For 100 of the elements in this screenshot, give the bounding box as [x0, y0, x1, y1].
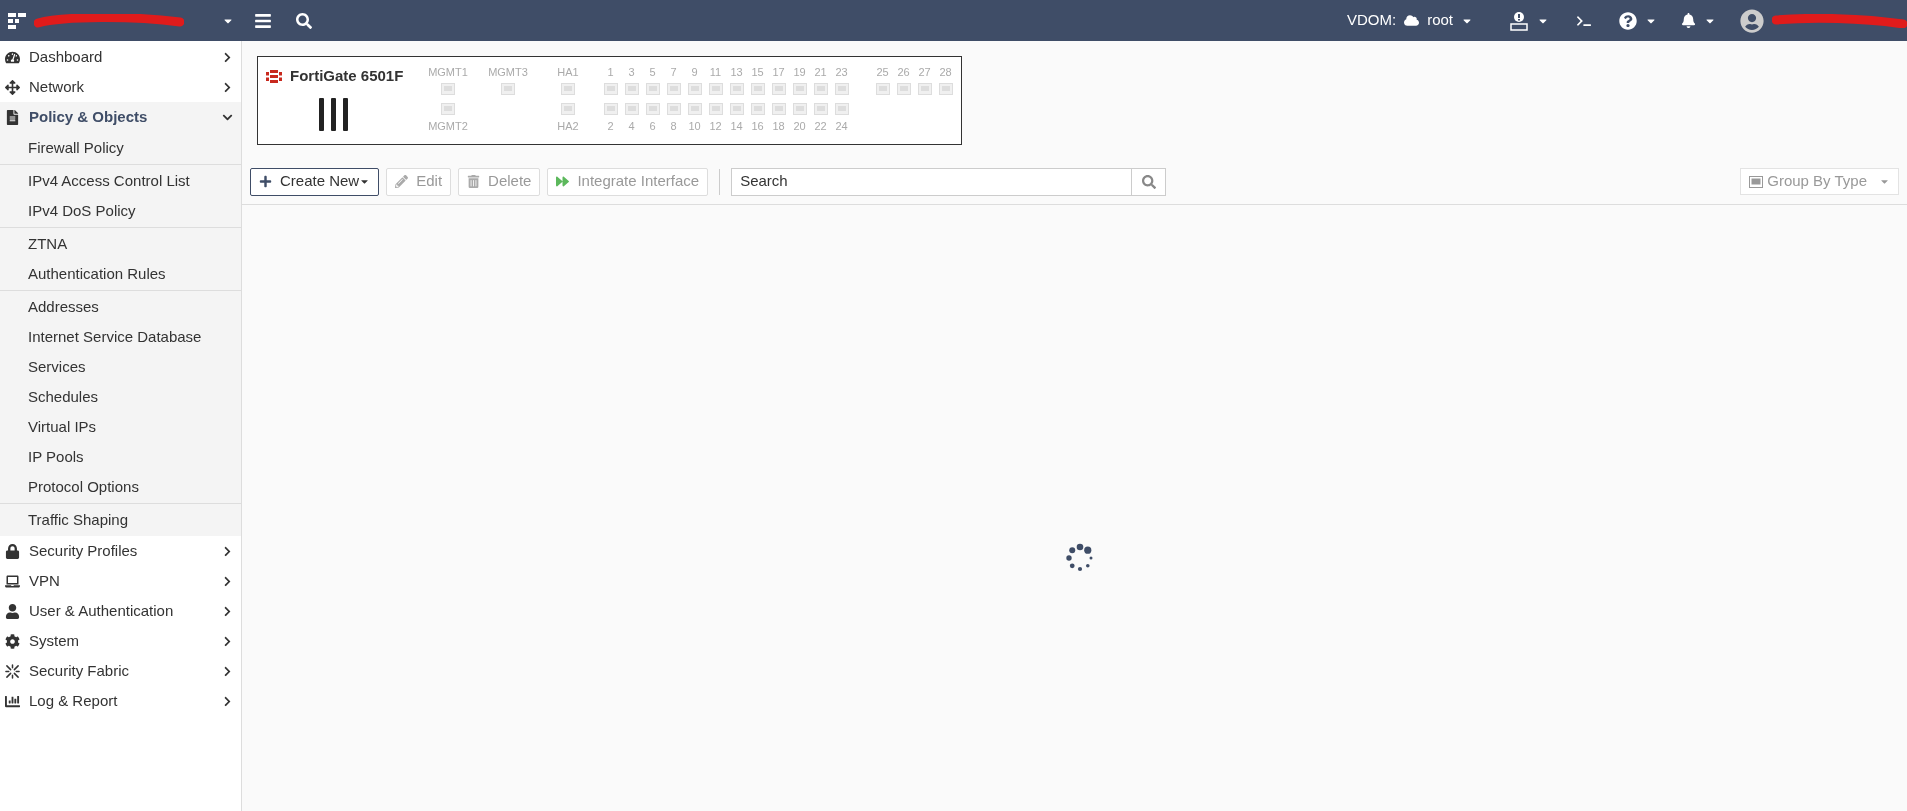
nav-item[interactable]: Network [0, 72, 241, 102]
chevron-icon [222, 81, 233, 93]
chevron-icon [222, 635, 233, 647]
bell-icon[interactable] [1681, 13, 1696, 28]
nav-item[interactable]: Security Fabric [0, 656, 241, 686]
chevron-icon [222, 545, 233, 557]
fortinet-logo-icon [266, 69, 282, 83]
nav-icon [5, 633, 20, 649]
port-icon [645, 103, 660, 115]
nav-icon [5, 663, 20, 679]
vdom-dropdown[interactable]: root [1404, 9, 1473, 32]
port-label: 1 [607, 65, 614, 79]
vdom-label: VDOM: [1346, 10, 1397, 31]
port-label: 24 [835, 119, 848, 133]
port-icon [666, 83, 681, 95]
port-label: 4 [628, 119, 635, 133]
port-icon [834, 103, 849, 115]
terminal-icon[interactable] [1577, 13, 1591, 28]
delete-icon [467, 175, 481, 188]
port-icon [441, 83, 455, 95]
nav-icon [5, 543, 20, 559]
port-label: 28 [939, 65, 952, 79]
port-label: MGMT3 [488, 65, 528, 79]
port-label: 7 [670, 65, 677, 79]
nav-item[interactable]: Dashboard [0, 42, 241, 72]
port-icon [792, 103, 807, 115]
port-label: 19 [793, 65, 806, 79]
nav-item[interactable]: Security Profiles [0, 536, 241, 566]
chevron-icon [222, 695, 233, 707]
port-icon [561, 83, 575, 95]
port-label: 20 [793, 119, 806, 133]
port-icon [441, 103, 455, 115]
port-label: 17 [772, 65, 785, 79]
nav-subitem[interactable]: IPv4 DoS Policy [0, 196, 230, 226]
logo-icon [8, 12, 26, 29]
port-icon [561, 103, 575, 115]
nav-icon [5, 79, 20, 95]
nav-icon [5, 109, 20, 125]
port-label: 6 [649, 119, 656, 133]
port-icon [813, 103, 828, 115]
port-label: 26 [897, 65, 910, 79]
nav-item[interactable]: Policy & Objects [0, 102, 241, 132]
port-label: 14 [730, 119, 743, 133]
port-label: 2 [607, 119, 614, 133]
menu-icon[interactable] [254, 11, 272, 30]
port-label: 11 [709, 65, 722, 79]
search-icon[interactable] [296, 12, 312, 29]
nav-subitem[interactable]: Virtual IPs [0, 412, 230, 442]
port-label: 25 [876, 65, 889, 79]
port-icon [792, 83, 807, 95]
nav-item[interactable]: User & Authentication [0, 596, 241, 626]
device-name: FortiGate 6501F [290, 66, 404, 86]
nav-subitem[interactable]: Protocol Options [0, 472, 230, 502]
avatar-icon[interactable] [1740, 8, 1764, 33]
port-label: HA2 [557, 119, 579, 133]
device-alert-icon[interactable] [1509, 10, 1529, 31]
chevron-icon [222, 575, 233, 587]
port-label: 10 [688, 119, 701, 133]
nav-item[interactable]: Log & Report [0, 686, 241, 716]
search-field[interactable]: Search [731, 167, 1133, 196]
search-icon [1141, 174, 1156, 189]
port-label: 23 [835, 65, 848, 79]
search-button[interactable] [1132, 167, 1167, 196]
chevron-icon [222, 605, 233, 617]
nav-subitem[interactable]: Addresses [0, 292, 230, 322]
create-button[interactable]: Create New [250, 167, 380, 196]
port-label: 27 [918, 65, 931, 79]
port-icon [875, 83, 890, 95]
help-icon[interactable] [1619, 11, 1637, 30]
nav-item[interactable]: System [0, 626, 241, 656]
port-icon [708, 103, 723, 115]
nav-subitem[interactable]: ZTNA [0, 229, 230, 259]
port-icon [687, 83, 702, 95]
port-label: 8 [670, 119, 677, 133]
port-label: 22 [814, 119, 827, 133]
port-icon [750, 103, 765, 115]
chevron-icon [222, 665, 233, 677]
create-icon [259, 175, 272, 188]
port-label: 15 [751, 65, 764, 79]
port-icon [896, 83, 911, 95]
nav-subitem[interactable]: Authentication Rules [0, 259, 230, 289]
nav-subitem[interactable]: Schedules [0, 382, 230, 412]
port-icon [603, 103, 618, 115]
port-label: 3 [628, 65, 635, 79]
port-label: 9 [691, 65, 698, 79]
nav-subitem[interactable]: Internet Service Database [0, 322, 230, 352]
nav-subitem[interactable]: IP Pools [0, 442, 230, 472]
edit-icon [395, 175, 409, 188]
nav-subitem[interactable]: IPv4 Access Control List [0, 166, 230, 196]
nav-subitem[interactable]: Services [0, 352, 230, 382]
integrate-icon [556, 175, 570, 188]
port-icon [645, 83, 660, 95]
port-icon [917, 83, 932, 95]
port-icon [624, 103, 639, 115]
port-icon [1749, 175, 1764, 188]
port-icon [729, 103, 744, 115]
port-icon [771, 83, 786, 95]
port-icon [729, 83, 744, 95]
nav-item[interactable]: VPN [0, 566, 241, 596]
port-icon [708, 83, 723, 95]
